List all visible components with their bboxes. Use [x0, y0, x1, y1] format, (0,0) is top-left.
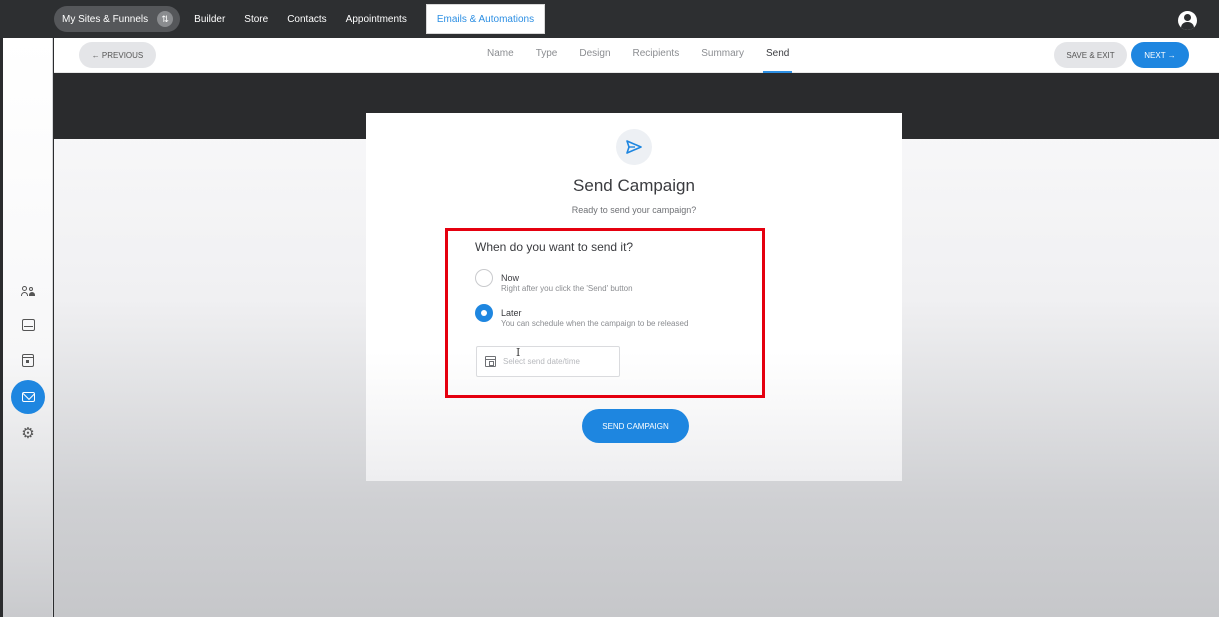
- step-send[interactable]: Send: [763, 38, 793, 73]
- send-datetime-input[interactable]: Select send date/time: [476, 346, 620, 377]
- next-button[interactable]: NEXT →: [1131, 42, 1189, 68]
- text-cursor-icon: I: [516, 346, 521, 359]
- nav-contacts[interactable]: Contacts: [287, 14, 326, 25]
- nav-builder[interactable]: Builder: [194, 14, 225, 25]
- inbox-icon[interactable]: [18, 315, 38, 335]
- wizard-header: ← PREVIOUS Name Type Design Recipients S…: [54, 38, 1219, 73]
- nav-my-sites-funnels[interactable]: My Sites & Funnels ⇅: [54, 6, 181, 32]
- step-summary[interactable]: Summary: [701, 38, 744, 73]
- radio-later[interactable]: [475, 304, 493, 322]
- datetime-placeholder: Select send date/time: [503, 357, 580, 366]
- previous-button[interactable]: ← PREVIOUS: [79, 42, 156, 68]
- card-title: Send Campaign: [573, 176, 695, 195]
- main-content: ← PREVIOUS Name Type Design Recipients S…: [54, 38, 1219, 617]
- left-sidebar: ⚙: [3, 38, 53, 617]
- step-type[interactable]: Type: [536, 38, 558, 73]
- nav-emails-automations[interactable]: Emails & Automations: [425, 4, 546, 34]
- settings-icon[interactable]: ⚙: [18, 423, 38, 443]
- step-recipients[interactable]: Recipients: [633, 38, 680, 73]
- option-now-label: Now: [501, 273, 520, 283]
- main-nav: My Sites & Funnels ⇅ Builder Store Conta…: [54, 0, 546, 38]
- send-campaign-card: Send Campaign Ready to send your campaig…: [366, 113, 902, 481]
- nav-appointments[interactable]: Appointments: [346, 14, 407, 25]
- radio-now[interactable]: [475, 269, 493, 287]
- profile-icon[interactable]: [1178, 11, 1197, 30]
- calendar-icon[interactable]: [18, 350, 38, 370]
- send-icon: [616, 129, 652, 165]
- schedule-question: When do you want to send it?: [475, 240, 634, 254]
- step-design[interactable]: Design: [579, 38, 610, 73]
- step-name[interactable]: Name: [487, 38, 514, 73]
- card-subtitle: Ready to send your campaign?: [571, 205, 697, 215]
- mail-icon[interactable]: [11, 380, 45, 414]
- contacts-icon[interactable]: [18, 281, 38, 301]
- swap-icon[interactable]: ⇅: [157, 11, 174, 27]
- wizard-steps: Name Type Design Recipients Summary Send: [487, 38, 814, 73]
- nav-store[interactable]: Store: [244, 14, 268, 25]
- nav-my-sites-funnels-label: My Sites & Funnels: [62, 13, 149, 25]
- send-campaign-button[interactable]: SEND CAMPAIGN: [582, 409, 689, 443]
- option-later-description: You can schedule when the campaign to be…: [501, 319, 689, 328]
- option-now-description: Right after you click the 'Send' button: [501, 284, 633, 293]
- calendar-icon: [485, 356, 496, 367]
- option-later-label: Later: [501, 308, 522, 318]
- top-navigation-bar: My Sites & Funnels ⇅ Builder Store Conta…: [0, 0, 1219, 38]
- save-exit-button[interactable]: SAVE & EXIT: [1054, 42, 1127, 68]
